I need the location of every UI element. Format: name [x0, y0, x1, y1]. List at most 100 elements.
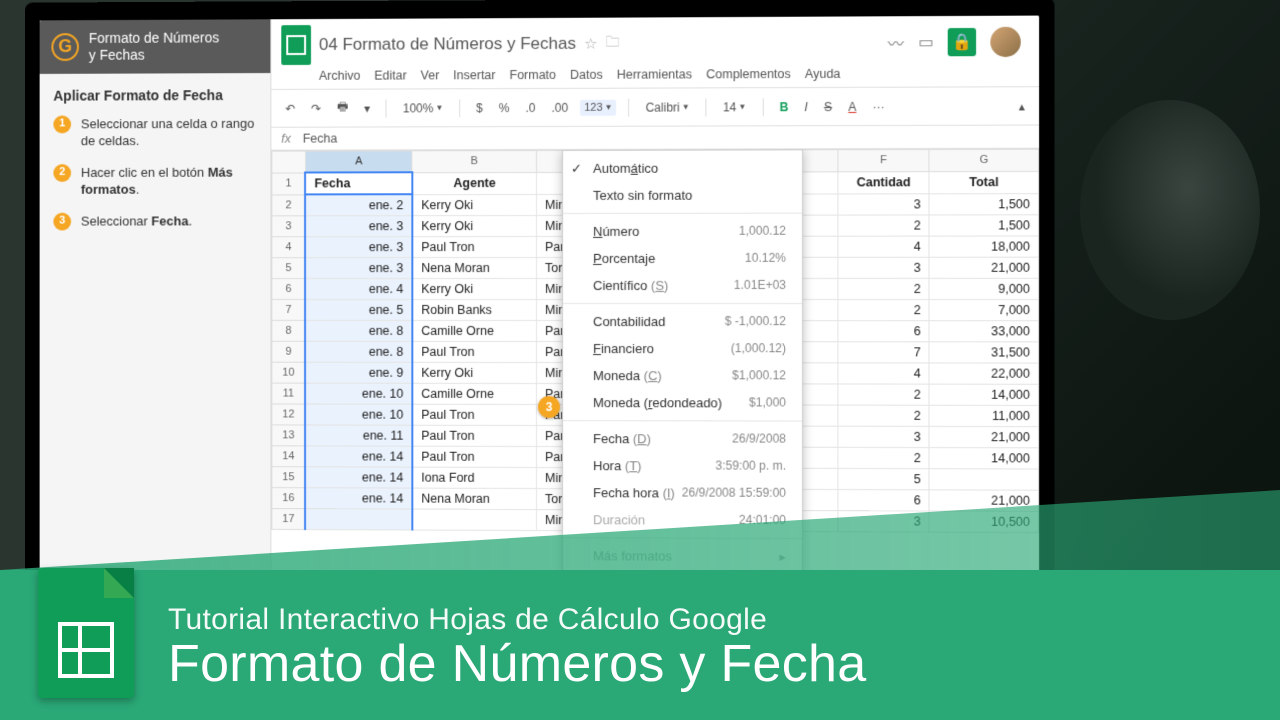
cell[interactable]: 4 — [838, 363, 930, 384]
menu-herramientas[interactable]: Herramientas — [617, 67, 692, 81]
cell[interactable]: Kerry Oki — [412, 278, 536, 299]
cell[interactable]: 4 — [838, 236, 930, 257]
cell[interactable]: 2 — [838, 405, 930, 426]
cell[interactable]: 1,500 — [929, 193, 1038, 215]
font-select[interactable]: Calibri ▼ — [642, 97, 694, 117]
cell[interactable]: Robin Banks — [412, 299, 536, 320]
menu-complementos[interactable]: Complementos — [706, 67, 791, 81]
col-header-A[interactable]: A — [306, 151, 413, 173]
cell[interactable]: 1,500 — [929, 215, 1038, 236]
fmt-financial[interactable]: Financiero(1,000.12) — [563, 335, 802, 362]
sheets-logo-icon[interactable] — [281, 25, 311, 65]
fmt-number[interactable]: Número1,000.12 — [563, 218, 802, 245]
cell[interactable]: ene. 8 — [306, 341, 413, 362]
cell[interactable]: Fecha — [306, 172, 413, 194]
cell[interactable]: Camille Orne — [412, 383, 536, 404]
fmt-currency[interactable]: Moneda (C)$1,000.12 — [563, 362, 802, 389]
cell[interactable]: ene. 3 — [306, 237, 413, 258]
row-header[interactable]: 3 — [272, 216, 306, 237]
row-header[interactable]: 13 — [272, 425, 306, 446]
cell[interactable]: Paul Tron — [412, 425, 536, 446]
cell[interactable]: 2 — [838, 215, 930, 236]
cell[interactable]: ene. 4 — [306, 279, 413, 300]
cell[interactable]: ene. 11 — [306, 425, 413, 446]
cell[interactable]: ene. 3 — [306, 258, 413, 279]
cell[interactable]: ene. 8 — [306, 320, 413, 341]
row-header[interactable]: 11 — [272, 383, 306, 404]
col-header-F[interactable]: F — [838, 150, 930, 172]
cell[interactable]: Paul Tron — [412, 446, 536, 467]
percent-button[interactable]: % — [495, 98, 514, 118]
cell[interactable]: ene. 14 — [306, 467, 413, 488]
strike-button[interactable]: S — [820, 96, 836, 116]
cell[interactable]: Iona Ford — [412, 467, 536, 488]
cell[interactable]: 3 — [838, 193, 930, 215]
fmt-time[interactable]: Hora (T)3:59:00 p. m. — [563, 452, 802, 480]
share-button[interactable]: 🔒 — [948, 28, 976, 56]
font-size-select[interactable]: 14 ▼ — [719, 97, 750, 117]
row-header[interactable]: 5 — [272, 258, 306, 279]
cell[interactable]: 2 — [838, 300, 930, 321]
cell[interactable]: 18,000 — [929, 236, 1038, 257]
menu-ayuda[interactable]: Ayuda — [805, 67, 841, 81]
cell[interactable]: 2 — [838, 447, 930, 468]
menu-editar[interactable]: Editar — [374, 69, 406, 83]
formula-bar[interactable]: fx Fecha — [271, 126, 1039, 151]
cell[interactable]: 3 — [838, 426, 930, 447]
fmt-datetime[interactable]: Fecha hora (I)26/9/2008 15:59:00 — [563, 479, 802, 507]
comments-icon[interactable]: ▭ — [918, 32, 933, 52]
row-header[interactable]: 15 — [272, 467, 306, 488]
cell[interactable]: 33,000 — [929, 321, 1038, 342]
zoom-select[interactable]: 100%▼ — [399, 98, 447, 118]
cell[interactable]: Agente — [412, 172, 536, 194]
cell[interactable]: Cantidad — [838, 171, 930, 193]
cell[interactable]: 21,000 — [929, 426, 1038, 447]
cell[interactable]: ene. 14 — [306, 446, 413, 467]
cell[interactable]: Kerry Oki — [412, 215, 536, 236]
cell[interactable]: 31,500 — [929, 342, 1038, 363]
cell[interactable]: 5 — [838, 468, 930, 489]
cell[interactable]: ene. 2 — [306, 194, 413, 216]
fmt-percent[interactable]: Porcentaje10.12% — [563, 245, 802, 272]
paint-format-button[interactable]: ▾ — [360, 98, 374, 118]
folder-icon[interactable]: 🗀 — [605, 32, 619, 56]
cell[interactable]: 11,000 — [929, 405, 1038, 426]
cell[interactable]: Total — [929, 171, 1038, 193]
row-header[interactable]: 14 — [272, 446, 306, 467]
cell[interactable]: Nena Moran — [412, 257, 536, 278]
menu-insertar[interactable]: Insertar — [453, 68, 495, 82]
collapse-toolbar-icon[interactable]: ▴ — [1015, 96, 1029, 116]
formula-value[interactable]: Fecha — [303, 132, 337, 146]
cell[interactable]: 3 — [838, 257, 930, 278]
menu-formato[interactable]: Formato — [510, 68, 557, 82]
cell[interactable] — [929, 469, 1038, 491]
cell[interactable]: 6 — [838, 490, 930, 511]
account-avatar[interactable] — [990, 27, 1020, 57]
fmt-date[interactable]: Fecha (D)26/9/2008 — [563, 425, 802, 453]
currency-button[interactable]: $ — [472, 98, 487, 118]
cell[interactable]: 21,000 — [929, 257, 1038, 278]
menu-ver[interactable]: Ver — [421, 68, 440, 82]
cell[interactable]: 14,000 — [929, 448, 1038, 469]
cell[interactable]: ene. 10 — [306, 383, 413, 404]
redo-button[interactable]: ↷ — [307, 98, 325, 118]
print-button[interactable]: 🖶 — [333, 95, 352, 122]
row-header[interactable]: 8 — [272, 320, 306, 341]
row-header[interactable]: 7 — [272, 299, 306, 320]
activity-icon[interactable]: 〰 — [888, 30, 904, 54]
cell[interactable]: 7,000 — [929, 300, 1038, 321]
cell[interactable]: ene. 10 — [306, 404, 413, 425]
row-header[interactable]: 6 — [272, 279, 306, 300]
row-header[interactable]: 12 — [272, 404, 306, 425]
row-header[interactable]: 10 — [272, 362, 306, 383]
cell[interactable]: 14,000 — [929, 384, 1038, 405]
cell[interactable]: 22,000 — [929, 363, 1038, 384]
undo-button[interactable]: ↶ — [281, 98, 299, 118]
cell[interactable]: 2 — [838, 384, 930, 405]
cell[interactable]: ene. 3 — [306, 216, 413, 237]
fmt-accounting[interactable]: Contabilidad$ -1,000.12 — [563, 308, 802, 335]
decrease-decimal-button[interactable]: .0 — [521, 97, 539, 117]
row-header[interactable]: 1 — [272, 172, 306, 194]
cell[interactable]: ene. 14 — [306, 488, 413, 509]
fmt-automatic[interactable]: ✓Automático — [563, 154, 802, 182]
